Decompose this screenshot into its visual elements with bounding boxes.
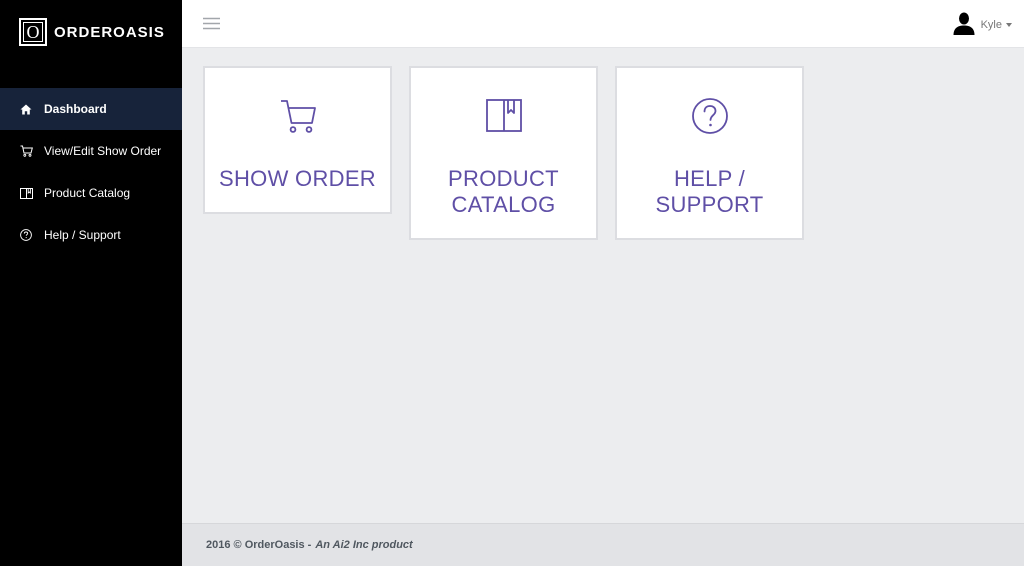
home-icon [19,102,33,116]
card-label-line: CATALOG [451,192,556,217]
cart-icon [278,96,318,136]
card-label: HELP / SUPPORT [617,166,802,218]
card-help-support[interactable]: HELP / SUPPORT [615,66,804,240]
sidebar-item-product-catalog[interactable]: Product Catalog [0,172,182,214]
user-silhouette-icon [953,11,975,40]
app: O ORDEROASIS Dashboard View/Edit Show Or… [0,0,1024,566]
card-label: PRODUCT CATALOG [411,166,596,218]
sidebar-item-label: View/Edit Show Order [44,144,162,158]
chevron-down-icon [1006,23,1012,27]
hamburger-icon[interactable] [202,16,221,31]
brand-name: ORDEROASIS [54,23,165,41]
topbar: Kyle [182,0,1024,48]
user-name: Kyle [980,19,1002,31]
sidebar: O ORDEROASIS Dashboard View/Edit Show Or… [0,0,182,566]
sidebar-item-view-edit-show-order[interactable]: View/Edit Show Order [0,130,182,172]
book-icon [19,186,33,200]
card-label-line: SHOW ORDER [219,166,376,191]
brand-mark: O [19,18,47,46]
card-label: SHOW ORDER [205,166,390,192]
sidebar-item-label: Help / Support [44,228,121,242]
book-icon [484,96,524,136]
footer-copyright: 2016 © OrderOasis - [206,539,312,551]
footer-tagline: An Ai2 Inc product [315,539,413,551]
sidebar-item-dashboard[interactable]: Dashboard [0,88,182,130]
question-circle-icon [19,228,33,242]
sidebar-item-label: Product Catalog [44,186,131,200]
footer: 2016 © OrderOasis - An Ai2 Inc product [182,523,1024,566]
user-menu[interactable]: Kyle [953,11,1012,40]
sidebar-item-help-support[interactable]: Help / Support [0,214,182,256]
card-label-line: HELP / [673,166,746,191]
cart-icon [19,144,33,158]
card-label-line: SUPPORT [655,192,764,217]
card-show-order[interactable]: SHOW ORDER [203,66,392,214]
sidebar-nav: Dashboard View/Edit Show Order Product C… [0,88,182,256]
sidebar-item-label: Dashboard [44,102,107,116]
question-circle-icon [690,96,730,136]
brand-logo[interactable]: O ORDEROASIS [19,17,165,47]
card-product-catalog[interactable]: PRODUCT CATALOG [409,66,598,240]
card-label-line: PRODUCT [448,166,559,191]
